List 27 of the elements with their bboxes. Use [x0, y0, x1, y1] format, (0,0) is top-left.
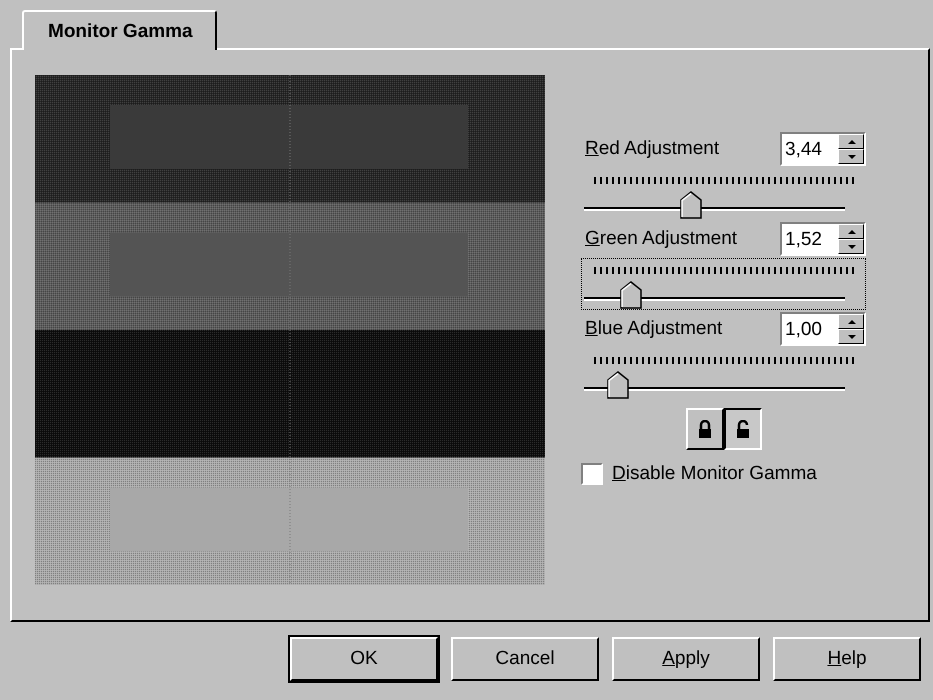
slider[interactable]: [581, 258, 866, 310]
tab[interactable]: Monitor Gamma: [22, 10, 217, 50]
checkbox-label[interactable]: Disable Monitor Gamma: [612, 460, 817, 488]
adjustment-label: Blue Adjustment: [585, 316, 722, 341]
lock-button[interactable]: [686, 408, 724, 450]
adjustment-label: Red Adjustment: [585, 136, 720, 161]
spin-down-icon[interactable]: [838, 329, 864, 344]
adjustment-label: Green Adjustment: [585, 226, 738, 251]
checkbox[interactable]: [581, 463, 603, 486]
dialog-button[interactable]: OK: [290, 637, 438, 681]
spin-down-icon[interactable]: [838, 149, 864, 164]
unlocked-icon: [734, 420, 750, 438]
unlock-button[interactable]: [724, 408, 762, 450]
slider-thumb[interactable]: [606, 371, 629, 399]
spin-down-icon[interactable]: [838, 239, 864, 254]
dialog-button[interactable]: Apply: [612, 637, 760, 681]
lock-icon: [696, 420, 712, 438]
spin-up-icon[interactable]: [838, 224, 864, 239]
dialog-button[interactable]: Help: [773, 637, 921, 681]
spin-up-icon[interactable]: [838, 134, 864, 149]
spin-field[interactable]: 3,44: [780, 132, 866, 166]
spin-field[interactable]: 1,00: [780, 312, 866, 346]
dialog-button[interactable]: Cancel: [451, 637, 599, 681]
slider-thumb[interactable]: [620, 281, 642, 309]
slider-thumb[interactable]: [680, 191, 702, 219]
spin-field[interactable]: 1,52: [780, 222, 866, 256]
spin-up-icon[interactable]: [838, 314, 864, 329]
